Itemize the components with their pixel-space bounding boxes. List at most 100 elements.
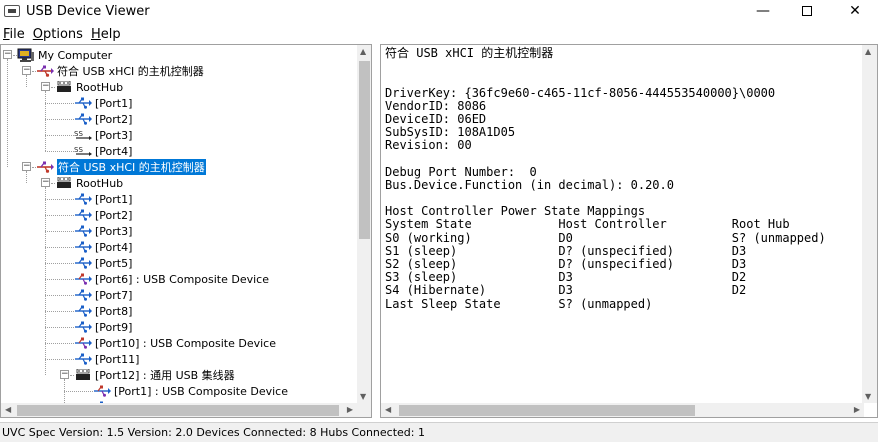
- tree-horizontal-scroll-thumb[interactable]: [17, 405, 339, 416]
- scroll-right-arrow-icon[interactable]: ▶: [854, 405, 860, 414]
- tree-node-root-hub[interactable]: RootHub: [55, 175, 123, 191]
- root-hub-icon-graphic: [57, 177, 71, 188]
- scroll-right-arrow-icon[interactable]: ▶: [347, 405, 353, 414]
- tree-node-port-label: [Port2]: [95, 112, 133, 126]
- menu-help[interactable]: Help: [88, 27, 126, 42]
- tree-node-port[interactable]: SS [Port4]: [74, 143, 132, 159]
- tree-node-port-label: [Port4]: [95, 240, 133, 254]
- tree-node-port[interactable]: [Port10] : USB Composite Device: [74, 335, 276, 351]
- scroll-down-arrow-icon[interactable]: ▼: [360, 392, 366, 401]
- details-line: VendorID: 8086: [385, 98, 487, 113]
- usb-device-icon: [74, 336, 92, 350]
- usb-port-icon: [74, 112, 92, 126]
- scroll-down-arrow-icon[interactable]: ▼: [865, 392, 871, 401]
- collapse-toggle-icon[interactable]: −: [3, 50, 12, 59]
- menu-options-label: ptions: [43, 26, 83, 42]
- status-bar: UVC Spec Version: 1.5 Version: 2.0 Devic…: [0, 422, 878, 442]
- minimize-button[interactable]: —: [740, 0, 786, 22]
- menu-file[interactable]: File: [0, 27, 30, 42]
- tree-node-port-label: [Port2]: [95, 208, 133, 222]
- superspeed-port-icon-graphic: SS: [74, 146, 92, 156]
- maximize-button[interactable]: [784, 0, 830, 22]
- tree-node-port[interactable]: [Port12] : 通用 USB 集线器: [74, 367, 235, 383]
- app-icon: [4, 5, 20, 17]
- device-tree[interactable]: − My Computer − 符合 USB xHCI 的主机控制器 − RootHub[…: [1, 45, 357, 403]
- tree-connector-line: [45, 295, 74, 296]
- tree-connector-line: [45, 263, 74, 264]
- details-vertical-scrollbar[interactable]: ▲ ▼: [862, 45, 877, 403]
- tree-node-host-controller-label: 符合 USB xHCI 的主机控制器: [57, 65, 204, 78]
- tree-connector-line: [45, 359, 74, 360]
- tree-node-root-hub-label: RootHub: [76, 176, 124, 190]
- tree-node-port[interactable]: [Port5]: [74, 255, 132, 271]
- tree-node-port[interactable]: [Port8]: [74, 303, 132, 319]
- tree-node-port[interactable]: [Port3]: [74, 223, 132, 239]
- tree-connector-line: [45, 215, 74, 216]
- scroll-up-arrow-icon[interactable]: ▲: [865, 47, 871, 56]
- usb-port-icon: [74, 304, 92, 318]
- tree-node-host-controller[interactable]: 符合 USB xHCI 的主机控制器: [36, 63, 204, 79]
- details-line: Revision: 00: [385, 138, 472, 153]
- menu-help-accel: H: [90, 26, 101, 42]
- tree-node-port[interactable]: [Port11]: [74, 351, 139, 367]
- details-line: System State Host Controller Root Hub: [385, 217, 790, 232]
- usb-port-icon: [74, 192, 92, 206]
- tree-connector-line: [45, 343, 74, 344]
- tree-node-port[interactable]: [Port7]: [74, 287, 132, 303]
- details-line: S0 (working) D0 S? (unmapped): [385, 230, 826, 245]
- collapse-toggle-icon[interactable]: −: [41, 178, 50, 187]
- menu-help-label: elp: [100, 26, 121, 42]
- details-horizontal-scroll-thumb[interactable]: [399, 405, 695, 416]
- menu-options[interactable]: Options: [30, 27, 88, 42]
- device-tree-pane: − My Computer − 符合 USB xHCI 的主机控制器 − RootHub[…: [0, 44, 372, 418]
- svg-text:SS: SS: [74, 130, 83, 138]
- tree-connector-line: [45, 119, 74, 120]
- usb-port-icon-graphic: [75, 193, 92, 205]
- tree-node-port-label: [Port3]: [95, 128, 133, 142]
- tree-node-port[interactable]: [Port6] : USB Composite Device: [74, 271, 269, 287]
- scroll-left-arrow-icon[interactable]: ◀: [5, 405, 11, 414]
- tree-node-host-controller[interactable]: 符合 USB xHCI 的主机控制器: [36, 159, 206, 175]
- usb-device-icon-graphic: [75, 273, 92, 285]
- tree-node-port[interactable]: [Port9]: [74, 319, 132, 335]
- usb-port-icon-graphic: [75, 353, 92, 365]
- usb-port-icon: [74, 352, 92, 366]
- tree-node-hub-port[interactable]: [Port1] : USB Composite Device: [93, 383, 288, 399]
- tree-node-port-label: [Port9]: [95, 320, 133, 334]
- tree-connector-line: [45, 327, 74, 328]
- tree-node-port-label: [Port1]: [95, 96, 133, 110]
- tree-vertical-scroll-thumb[interactable]: [359, 61, 370, 239]
- usb-port-icon-graphic: [75, 97, 92, 109]
- details-line: [385, 60, 865, 73]
- collapse-toggle-icon[interactable]: −: [22, 66, 31, 75]
- tree-node-port[interactable]: [Port2]: [74, 111, 132, 127]
- close-button[interactable]: ✕: [832, 0, 878, 22]
- tree-node-port[interactable]: [Port1]: [74, 191, 132, 207]
- tree-horizontal-scrollbar[interactable]: ◀ ▶: [1, 403, 357, 417]
- usb-device-icon: [93, 384, 111, 398]
- usb-port-icon: [74, 208, 92, 222]
- collapse-toggle-icon[interactable]: −: [60, 370, 69, 379]
- usb-port-icon-graphic: [75, 113, 92, 125]
- scroll-left-arrow-icon[interactable]: ◀: [385, 405, 391, 414]
- tree-node-port[interactable]: SS [Port3]: [74, 127, 132, 143]
- tree-connector-line: [64, 391, 93, 392]
- my-computer-icon-graphic: [17, 48, 34, 62]
- tree-node-port-label: [Port3]: [95, 224, 133, 238]
- usb-host-controller-icon: [36, 64, 54, 78]
- tree-node-port[interactable]: [Port1]: [74, 95, 132, 111]
- tree-node-port[interactable]: [Port4]: [74, 239, 132, 255]
- usb-port-icon-graphic: [75, 225, 92, 237]
- collapse-toggle-icon[interactable]: −: [22, 162, 31, 171]
- menu-options-accel: O: [32, 26, 44, 42]
- tree-connector-line: [45, 187, 46, 375]
- details-line: DriverKey: {36fc9e60-c465-11cf-8056-4445…: [385, 85, 776, 100]
- scroll-up-arrow-icon[interactable]: ▲: [360, 47, 366, 56]
- collapse-toggle-icon[interactable]: −: [41, 82, 50, 91]
- tree-node-my-computer[interactable]: My Computer: [17, 47, 112, 63]
- tree-vertical-scrollbar[interactable]: ▲ ▼: [357, 45, 371, 403]
- details-horizontal-scrollbar[interactable]: ◀ ▶: [381, 403, 864, 417]
- tree-node-port[interactable]: [Port2]: [74, 207, 132, 223]
- tree-node-root-hub[interactable]: RootHub: [55, 79, 123, 95]
- usb-port-icon: [74, 288, 92, 302]
